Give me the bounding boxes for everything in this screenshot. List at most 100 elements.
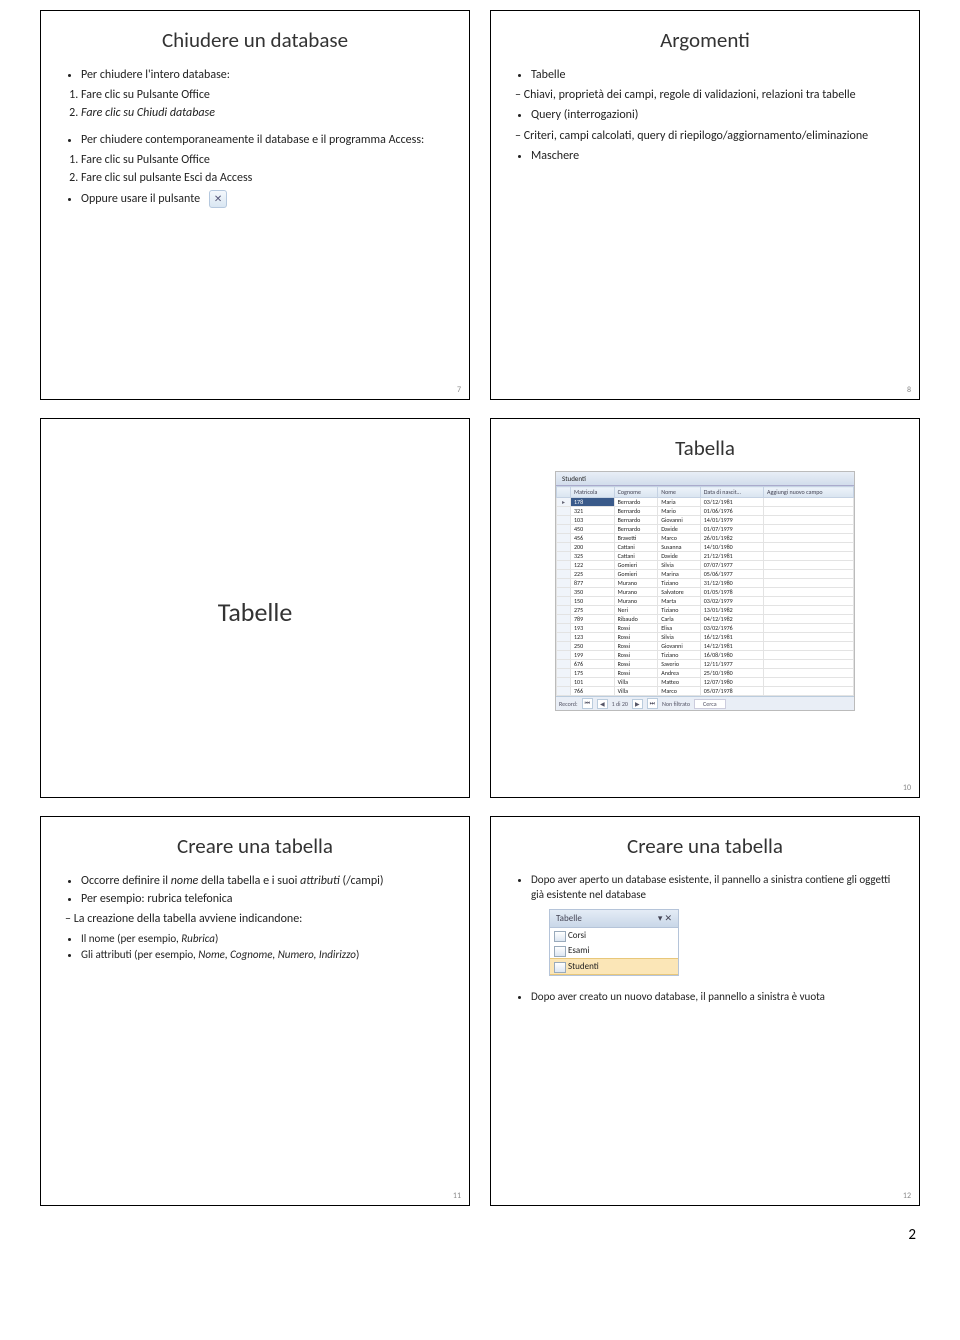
- text: Per chiudere contemporaneamente il datab…: [81, 132, 451, 148]
- nav-pane-header: Tabelle ▾ ✕: [550, 910, 678, 928]
- cell: 01/07/1979: [700, 525, 763, 534]
- table-row: 175RossiAndrea25/10/1980: [557, 669, 854, 678]
- cell: Maria: [658, 498, 701, 507]
- cell: 321: [571, 507, 615, 516]
- text: Tabelle: [531, 67, 901, 83]
- cell: Giovanni: [658, 516, 701, 525]
- text: Chiavi, proprietà dei campi, regole di v…: [531, 87, 901, 103]
- cell: 14/01/1979: [700, 516, 763, 525]
- cell: 14/12/1981: [700, 642, 763, 651]
- cell: Rossi: [614, 669, 658, 678]
- filter-status: Non filtrato: [662, 700, 690, 708]
- cell: 21/12/1981: [700, 552, 763, 561]
- cell: Cattani: [614, 552, 658, 561]
- cell: 05/07/1978: [700, 687, 763, 696]
- cell: 789: [571, 615, 615, 624]
- cell: Tiziano: [658, 579, 701, 588]
- cell: 26/01/1982: [700, 534, 763, 543]
- cell: 250: [571, 642, 615, 651]
- slide-content: Occorre definire il nome della tabella e…: [59, 869, 451, 1197]
- cell: 123: [571, 633, 615, 642]
- text: Record:: [559, 700, 578, 708]
- text: Fare clic sul pulsante Esci da Access: [81, 170, 451, 186]
- nav-pane-screenshot: Tabelle ▾ ✕ CorsiEsamiStudenti: [549, 909, 679, 976]
- cell: 122: [571, 561, 615, 570]
- cell: 12/11/1977: [700, 660, 763, 669]
- column-header: Aggiungi nuovo campo: [764, 487, 854, 498]
- slide-title: Chiudere un database: [59, 27, 451, 53]
- cell: Ribaudo: [614, 615, 658, 624]
- cell: Gomieri: [614, 561, 658, 570]
- cell: Rossi: [614, 633, 658, 642]
- cell: 31/12/1980: [700, 579, 763, 588]
- column-header: Data di nascit…: [700, 487, 763, 498]
- table-row: 321BernardoMario01/06/1976: [557, 507, 854, 516]
- page-number: 7: [457, 385, 461, 395]
- cell: Carla: [658, 615, 701, 624]
- cell: 101: [571, 678, 615, 687]
- cell: 766: [571, 687, 615, 696]
- datasheet-table: MatricolaCognomeNomeData di nascit…Aggiu…: [556, 486, 854, 696]
- cell: Rossi: [614, 624, 658, 633]
- cell: 676: [571, 660, 615, 669]
- cell: 14/10/1980: [700, 543, 763, 552]
- table-row: 275NeriTiziano13/01/1982: [557, 606, 854, 615]
- table-row: 225GomieriMarina05/06/1977: [557, 570, 854, 579]
- cell: Murano: [614, 579, 658, 588]
- page-number: 10: [903, 783, 911, 793]
- cell: 03/02/1979: [700, 597, 763, 606]
- cell: 199: [571, 651, 615, 660]
- cell: 16/08/1980: [700, 651, 763, 660]
- cell: 25/10/1980: [700, 669, 763, 678]
- text: Oppure usare il pulsante: [81, 190, 451, 208]
- cell: 450: [571, 525, 615, 534]
- nav-prev-icon: ◀: [597, 699, 608, 709]
- cell: Bernardo: [614, 525, 658, 534]
- table-row: 193RossiElisa03/02/1976: [557, 624, 854, 633]
- cell: Matteo: [658, 678, 701, 687]
- table-row: 325CattaniDavide21/12/1981: [557, 552, 854, 561]
- text: Occorre definire il nome della tabella e…: [81, 873, 451, 889]
- cell: Murano: [614, 597, 658, 606]
- page-number: 11: [453, 1191, 461, 1201]
- cell: Tiziano: [658, 651, 701, 660]
- cell: Tiziano: [658, 606, 701, 615]
- cell: 01/06/1976: [700, 507, 763, 516]
- text: Il nome (per esempio,: [81, 932, 181, 945]
- cell: 03/12/1981: [700, 498, 763, 507]
- table-row: 199RossiTiziano16/08/1980: [557, 651, 854, 660]
- text: Fare clic su Chiudi database: [81, 106, 215, 120]
- table-row: 766VillaMarco05/07/1978: [557, 687, 854, 696]
- text: Fare clic su Pulsante Office: [81, 152, 451, 168]
- nav-pane-item: Corsi: [550, 928, 678, 943]
- slide-9: Tabelle: [40, 418, 470, 798]
- section-title: Tabelle: [218, 596, 293, 628]
- cell: 12/07/1980: [700, 678, 763, 687]
- cell: Rossi: [614, 642, 658, 651]
- text: Per chiudere l'intero database:: [81, 67, 451, 83]
- table-row: 456BravettiMarco26/01/1982: [557, 534, 854, 543]
- cell: Elisa: [658, 624, 701, 633]
- cell: 150: [571, 597, 615, 606]
- cell: Marina: [658, 570, 701, 579]
- slide-7: Chiudere un database Per chiudere l'inte…: [40, 10, 470, 400]
- cell: Marco: [658, 534, 701, 543]
- column-header: Cognome: [614, 487, 658, 498]
- cell: Rossi: [614, 651, 658, 660]
- cell: 175: [571, 669, 615, 678]
- slide-content: Studenti MatricolaCognomeNomeData di nas…: [509, 471, 901, 789]
- table-row: 450BernardoDavide01/07/1979: [557, 525, 854, 534]
- slide-8: Argomenti Tabelle Chiavi, proprietà dei …: [490, 10, 920, 400]
- cell: Villa: [614, 687, 658, 696]
- cell: Murano: [614, 588, 658, 597]
- cell: Gomieri: [614, 570, 658, 579]
- slide-11: Creare una tabella Occorre definire il n…: [40, 816, 470, 1206]
- table-row: 150MuranoMarta03/02/1979: [557, 597, 854, 606]
- text: (/campi): [340, 874, 384, 888]
- table-row: 103BernardoGiovanni14/01/1979: [557, 516, 854, 525]
- cell: 200: [571, 543, 615, 552]
- cell: 225: [571, 570, 615, 579]
- nav-pane-item: Studenti: [550, 958, 678, 975]
- record-position: 1 di 20: [612, 700, 628, 708]
- close-app-icon: [209, 190, 227, 208]
